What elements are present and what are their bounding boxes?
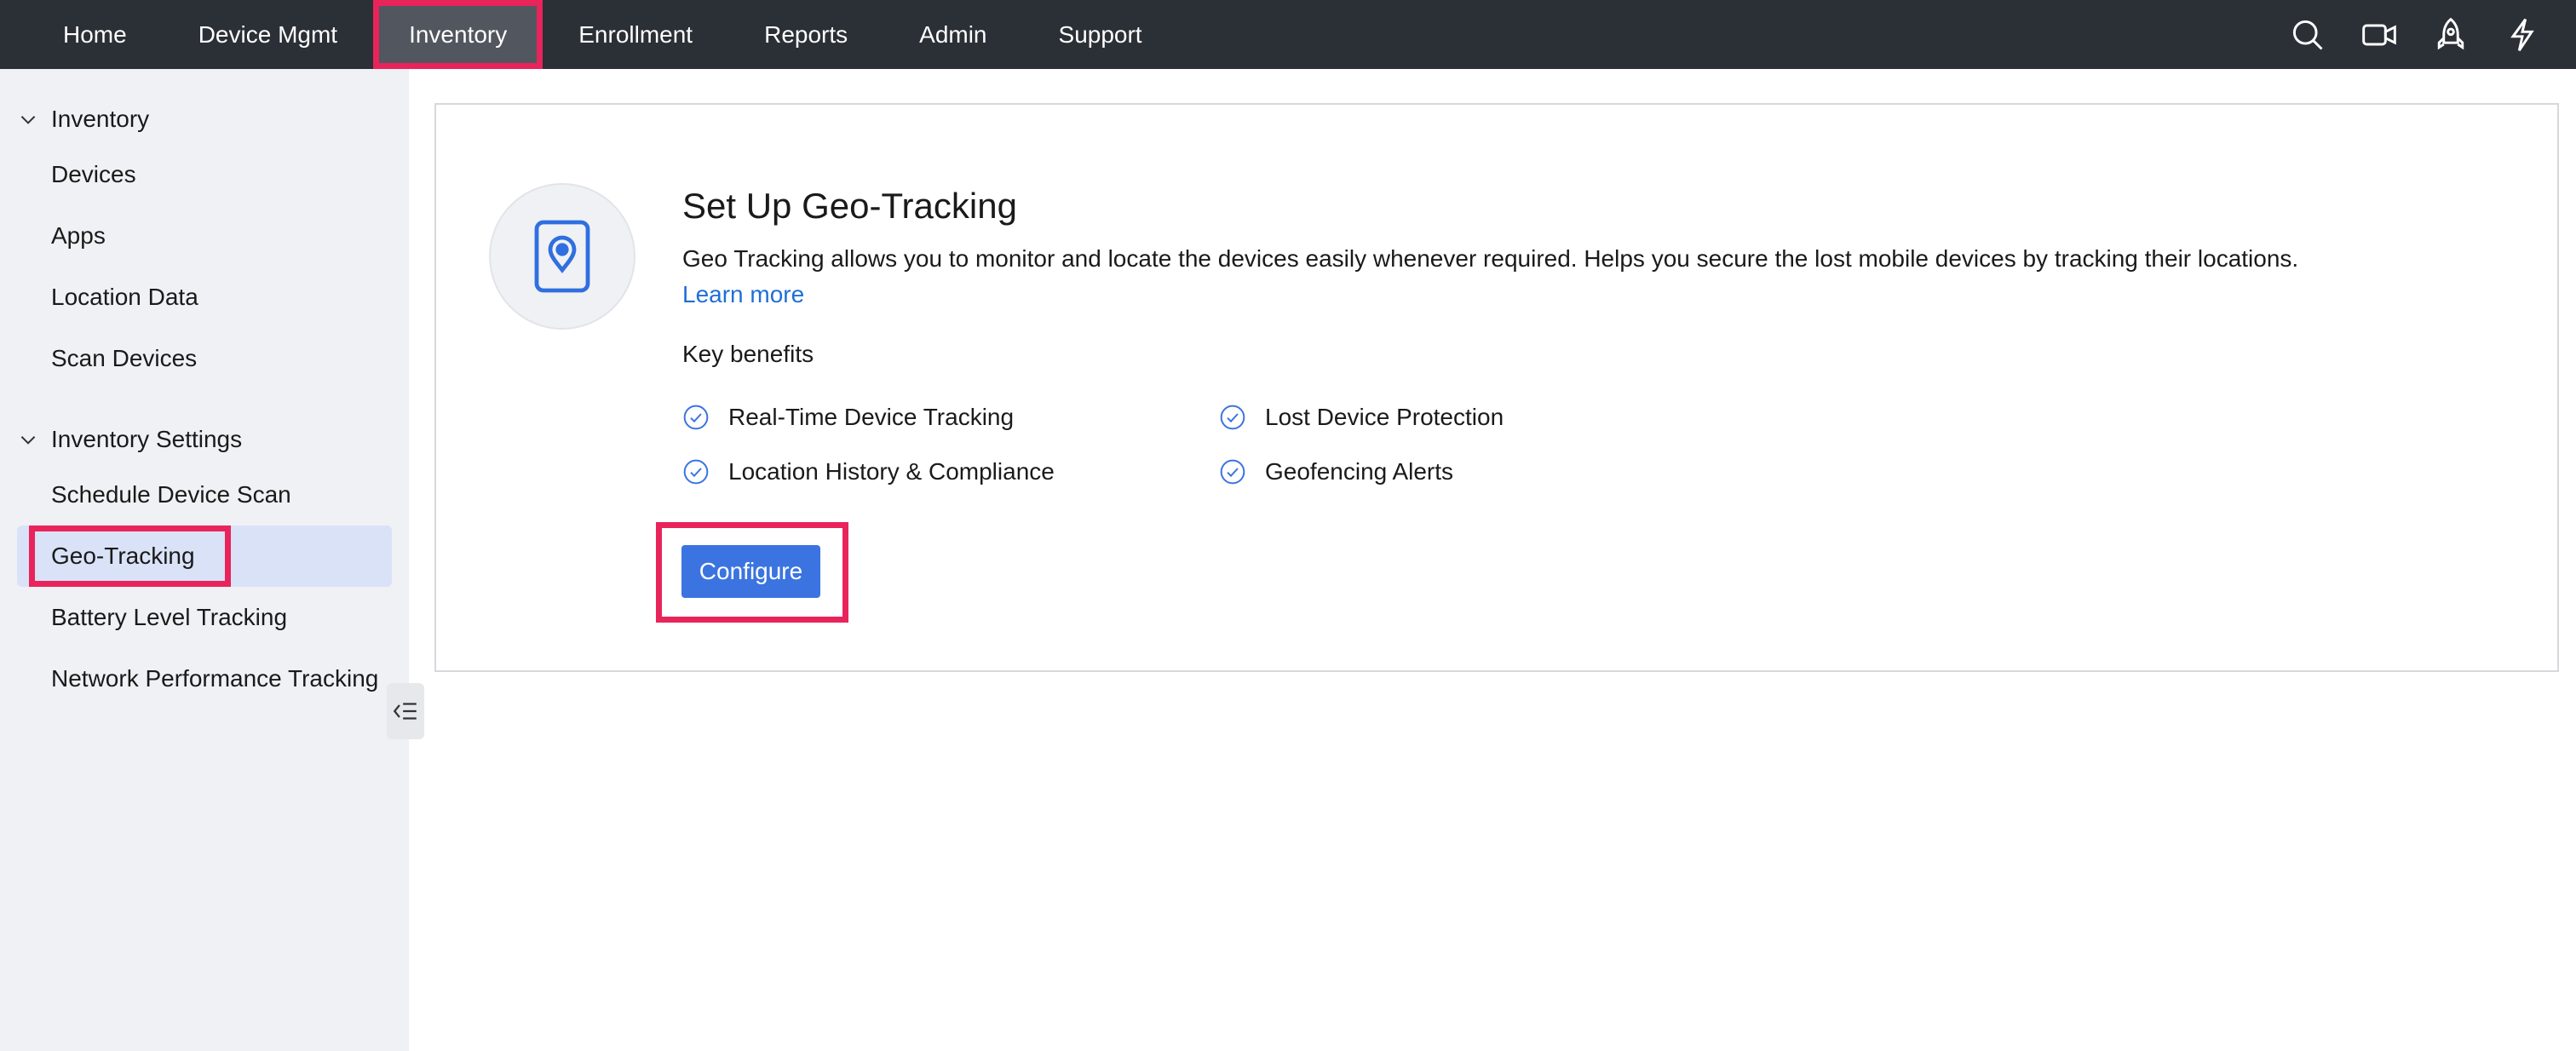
sidebar-item-apps[interactable]: Apps bbox=[0, 205, 409, 267]
sidebar: Inventory Devices Apps Location Data Sca… bbox=[0, 69, 409, 1051]
setup-content: Set Up Geo-Tracking Geo Tracking allows … bbox=[682, 181, 2522, 490]
nav-device-mgmt[interactable]: Device Mgmt bbox=[163, 0, 373, 69]
benefit-item: Lost Device Protection bbox=[1219, 399, 1645, 435]
sidebar-item-label: Geo-Tracking bbox=[29, 526, 231, 587]
rocket-icon[interactable] bbox=[2431, 15, 2470, 55]
main-menu: Home Device Mgmt Inventory Enrollment Re… bbox=[27, 0, 1178, 69]
lightning-icon[interactable] bbox=[2503, 15, 2542, 55]
nav-enrollment[interactable]: Enrollment bbox=[543, 0, 728, 69]
collapse-sidebar-button[interactable] bbox=[387, 683, 424, 739]
nav-inventory[interactable]: Inventory bbox=[373, 0, 543, 69]
sidebar-item-geo-tracking[interactable]: Geo-Tracking bbox=[17, 526, 392, 587]
nav-home[interactable]: Home bbox=[27, 0, 163, 69]
check-circle-icon bbox=[683, 405, 709, 430]
benefit-item: Real-Time Device Tracking bbox=[682, 399, 1219, 435]
key-benefits-heading: Key benefits bbox=[682, 341, 814, 367]
page-title: Set Up Geo-Tracking bbox=[682, 186, 1017, 226]
configure-highlight: Configure bbox=[656, 522, 848, 623]
check-circle-icon bbox=[1220, 405, 1245, 430]
sidebar-item-battery-level-tracking[interactable]: Battery Level Tracking bbox=[0, 587, 409, 648]
chevron-down-icon bbox=[20, 436, 36, 445]
benefit-label: Geofencing Alerts bbox=[1265, 458, 1454, 485]
check-circle-icon bbox=[1220, 459, 1245, 485]
benefit-label: Real-Time Device Tracking bbox=[728, 404, 1015, 430]
geo-tracking-setup-card: Set Up Geo-Tracking Geo Tracking allows … bbox=[434, 103, 2559, 672]
top-icon-group bbox=[2288, 15, 2542, 55]
learn-more-link[interactable]: Learn more bbox=[682, 277, 804, 313]
description-text: Geo Tracking allows you to monitor and l… bbox=[682, 245, 2299, 272]
benefit-label: Lost Device Protection bbox=[1265, 404, 1504, 430]
check-circle-icon bbox=[683, 459, 709, 485]
benefits-list: Real-Time Device Tracking Lost Device Pr… bbox=[682, 399, 2522, 490]
benefit-label: Location History & Compliance bbox=[728, 458, 1055, 485]
top-navigation-bar: Home Device Mgmt Inventory Enrollment Re… bbox=[0, 0, 2576, 69]
nav-reports[interactable]: Reports bbox=[728, 0, 883, 69]
sidebar-section-inventory-settings[interactable]: Inventory Settings bbox=[0, 415, 409, 464]
sidebar-item-schedule-device-scan[interactable]: Schedule Device Scan bbox=[0, 464, 409, 526]
chevron-down-icon bbox=[20, 116, 36, 124]
video-icon[interactable] bbox=[2360, 15, 2399, 55]
benefit-item: Geofencing Alerts bbox=[1219, 454, 1645, 490]
nav-support[interactable]: Support bbox=[1023, 0, 1178, 69]
search-icon[interactable] bbox=[2288, 15, 2327, 55]
configure-button[interactable]: Configure bbox=[681, 545, 820, 598]
sidebar-item-scan-devices[interactable]: Scan Devices bbox=[0, 328, 409, 389]
sidebar-item-network-performance-tracking[interactable]: Network Performance Tracking bbox=[0, 648, 409, 709]
collapse-menu-icon bbox=[393, 703, 417, 720]
sidebar-item-location-data[interactable]: Location Data bbox=[0, 267, 409, 328]
nav-admin[interactable]: Admin bbox=[883, 0, 1022, 69]
sidebar-section-label: Inventory Settings bbox=[51, 426, 243, 452]
sidebar-section-inventory[interactable]: Inventory bbox=[0, 95, 409, 144]
location-device-icon bbox=[489, 183, 635, 330]
benefit-item: Location History & Compliance bbox=[682, 454, 1219, 490]
sidebar-item-devices[interactable]: Devices bbox=[0, 144, 409, 205]
sidebar-section-label: Inventory bbox=[51, 106, 150, 132]
